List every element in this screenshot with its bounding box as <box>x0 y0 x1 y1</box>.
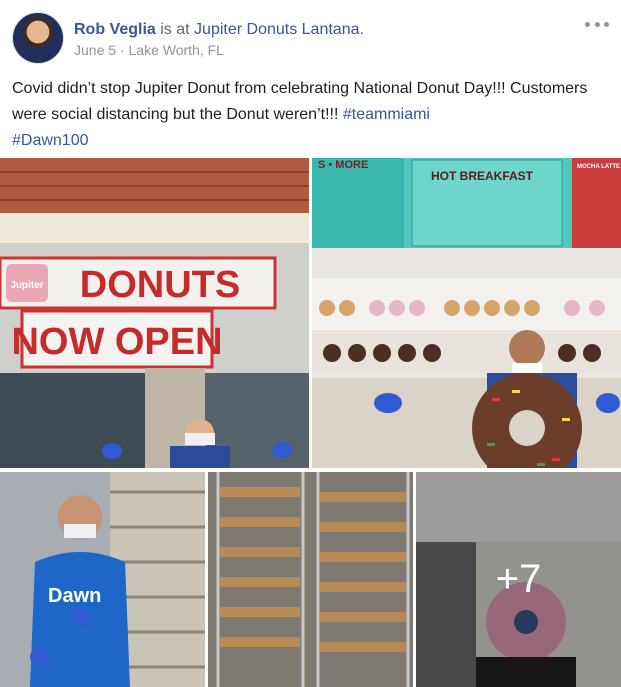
hashtag-dawn100[interactable]: #Dawn100 <box>12 132 89 149</box>
more-photos-overlay[interactable]: +7 <box>416 472 621 687</box>
storefront-illustration: Jupiter DONUTS NOW OPEN <box>0 158 309 468</box>
photo-donut-display[interactable]: S • MORE HOT BREAKFAST MOCHA LATTE <box>312 158 621 468</box>
sign-logo: Jupiter <box>10 280 43 291</box>
dot-icon <box>594 21 600 27</box>
staff-photo-illustration: Dawn <box>0 472 205 687</box>
menu-left-header: S • MORE <box>318 159 368 171</box>
author-name-link[interactable]: Rob Veglia <box>74 21 156 38</box>
more-photos-count: +7 <box>495 557 542 601</box>
hashtag-teammiami[interactable]: #teammiami <box>343 106 430 123</box>
post-header: Rob Veglia is at Jupiter Donuts Lantana.… <box>12 12 609 64</box>
shirt-text: Dawn <box>48 585 101 607</box>
activity-verb: is at <box>160 21 190 38</box>
post-date-link[interactable]: June 5 <box>74 42 116 58</box>
place-link[interactable]: Jupiter Donuts Lantana. <box>194 21 364 38</box>
dot-icon <box>585 21 590 27</box>
post-title-line: Rob Veglia is at Jupiter Donuts Lantana. <box>74 20 364 40</box>
sign-donuts-text: DONUTS <box>80 264 240 306</box>
post-text-content: Covid didn’t stop Jupiter Donut from cel… <box>12 80 588 123</box>
donut-racks-illustration <box>208 472 413 687</box>
menu-right-header: MOCHA LATTE <box>577 164 620 170</box>
photo-storefront[interactable]: Jupiter DONUTS NOW OPEN <box>0 158 309 468</box>
dot-icon <box>604 21 609 27</box>
menu-center-header: HOT BREAKFAST <box>431 169 534 183</box>
post-body-text: Covid didn’t stop Jupiter Donut from cel… <box>12 76 612 154</box>
post-meta: June 5 · Lake Worth, FL <box>74 42 224 58</box>
photo-donut-racks[interactable] <box>208 472 413 687</box>
avatar[interactable] <box>12 12 64 64</box>
post-location-link[interactable]: Lake Worth, FL <box>129 42 224 58</box>
more-options-button[interactable] <box>585 16 609 32</box>
photo-donut-costume[interactable]: +7 <box>416 472 621 687</box>
sign-now-open-text: NOW OPEN <box>11 321 222 363</box>
photo-staff-dawn-shirt[interactable]: Dawn <box>0 472 205 687</box>
meta-separator: · <box>119 42 125 58</box>
donut-display-illustration: S • MORE HOT BREAKFAST MOCHA LATTE <box>312 158 621 468</box>
